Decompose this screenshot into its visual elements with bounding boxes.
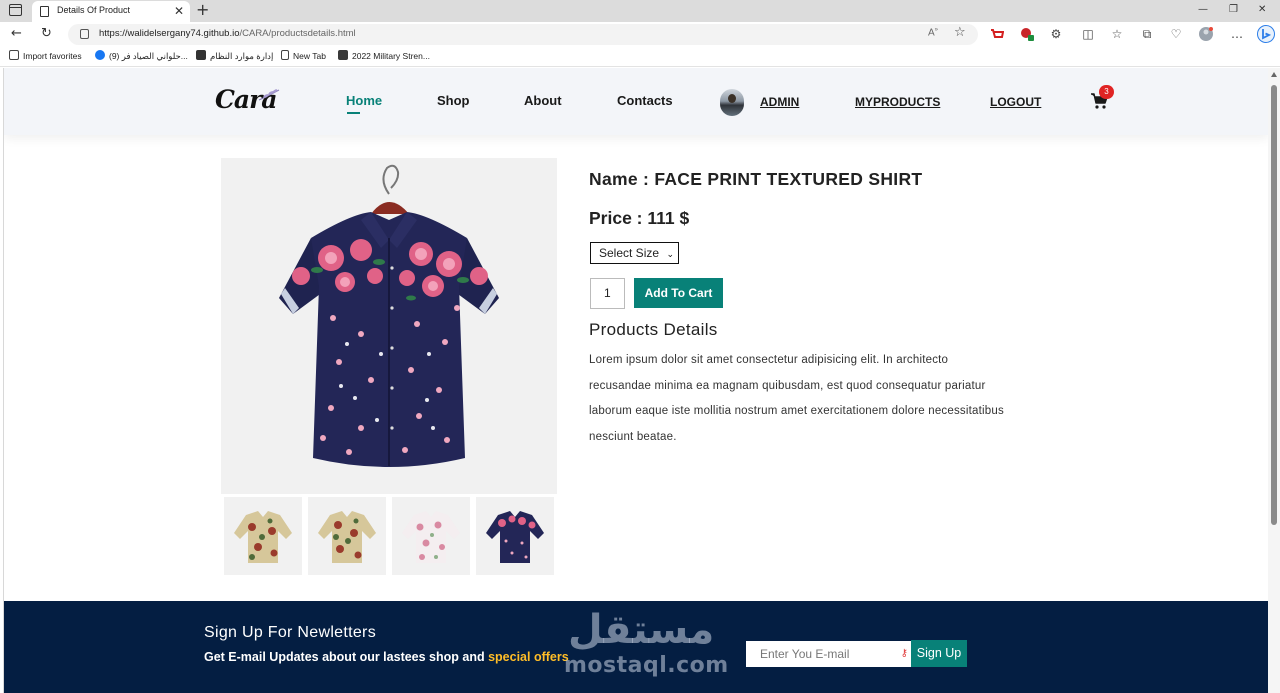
signup-button[interactable]: Sign Up: [911, 640, 967, 667]
email-field[interactable]: Enter You E-mail ⚷: [746, 641, 912, 667]
admin-avatar[interactable]: [720, 89, 744, 116]
quantity-input[interactable]: 1: [590, 278, 625, 309]
tab-title: Details Of Product: [57, 5, 131, 15]
bookmark-label: New Tab: [293, 51, 326, 61]
thumbnail-2[interactable]: [308, 497, 386, 575]
email-placeholder: Enter You E-mail: [760, 647, 850, 661]
split-screen-icon[interactable]: ◫: [1081, 27, 1095, 41]
product-main-image: [221, 158, 557, 494]
favorite-star-icon[interactable]: ☆: [954, 25, 966, 40]
chevron-down-icon: ⌄: [666, 249, 674, 259]
bookmark-new-tab[interactable]: New Tab: [281, 50, 326, 61]
nav-home[interactable]: Home: [346, 93, 382, 108]
watermark-arabic: مستقل: [568, 607, 715, 653]
bookmark-system-resources[interactable]: إدارة موارد النظام: [196, 50, 273, 62]
collections-icon[interactable]: ⧉: [1140, 27, 1154, 41]
product-price: Price : 111 $: [589, 208, 690, 228]
url-field[interactable]: https://walidelsergany74.github.io/CARA/…: [68, 24, 978, 45]
product-name: Name : FACE PRINT TEXTURED SHIRT: [589, 169, 923, 189]
newsletter-subtitle: Get E-mail Updates about our lastees sho…: [204, 650, 569, 664]
bookmark-military-strength[interactable]: 2022 Military Stren...: [338, 50, 430, 61]
close-window-button[interactable]: ✕: [1258, 2, 1266, 18]
thumbnail-3[interactable]: [392, 497, 470, 575]
thumbnail-shirt-image: [318, 511, 376, 563]
profile-avatar-icon[interactable]: [1199, 27, 1213, 41]
read-aloud-icon[interactable]: A»: [928, 27, 938, 38]
bookmark-import-favorites[interactable]: Import favorites: [9, 50, 82, 61]
cart-extension-icon[interactable]: [990, 27, 1004, 41]
newsletter-highlight: special offers: [488, 650, 569, 664]
mostaql-watermark: مستقل mostaql.com: [564, 607, 728, 687]
site-header: Cara Home Shop About Contacts ADMIN MYPR…: [4, 68, 1268, 135]
thumbnail-1[interactable]: [224, 497, 302, 575]
nav-active-indicator: [347, 112, 360, 114]
extensions-icon[interactable]: ⚙: [1049, 27, 1063, 41]
new-tab-button[interactable]: +: [196, 0, 209, 20]
browser-tabstrip: Details Of Product ✕ + — ❐ ✕: [0, 0, 1280, 22]
import-icon: [9, 50, 19, 60]
size-select-value: Select Size: [599, 246, 660, 260]
password-manager-icon[interactable]: ⚷: [901, 641, 908, 667]
more-menu-icon[interactable]: …: [1230, 27, 1244, 41]
minimize-button[interactable]: —: [1198, 2, 1208, 18]
favorites-icon[interactable]: ☆: [1110, 27, 1124, 41]
window-menu-icon[interactable]: [9, 4, 22, 16]
bookmark-facebook[interactable]: (9) حلواني الصياد فر...: [95, 50, 188, 62]
tab-close-icon[interactable]: ✕: [174, 3, 184, 19]
facebook-icon: [95, 50, 105, 60]
thumbnail-4[interactable]: [476, 497, 554, 575]
bookmark-label: Import favorites: [23, 51, 82, 61]
refresh-icon[interactable]: ↻: [41, 25, 52, 43]
site-icon: [338, 50, 348, 60]
browser-tab[interactable]: Details Of Product ✕: [32, 1, 190, 22]
logo-leaf-icon: [258, 89, 280, 101]
bookmark-label: 2022 Military Stren...: [352, 51, 430, 61]
url-text: https://walidelsergany74.github.io/CARA/…: [99, 28, 356, 39]
performance-icon[interactable]: ♡: [1169, 27, 1183, 41]
bird-icon: [196, 50, 206, 60]
bookmark-label: إدارة موارد النظام: [210, 51, 274, 61]
product-details-text: Lorem ipsum dolor sit amet consectetur a…: [589, 354, 1004, 443]
page-icon: [281, 50, 289, 60]
bookmarks-bar: Import favorites (9) حلواني الصياد فر...…: [0, 47, 1280, 67]
restore-button[interactable]: ❐: [1229, 2, 1238, 18]
avatar-head: [728, 94, 736, 103]
bookmark-label: (9) حلواني الصياد فر...: [109, 51, 188, 61]
nav-about[interactable]: About: [524, 93, 562, 108]
newsletter-subtitle-text: Get E-mail Updates about our lastees sho…: [204, 650, 489, 664]
newsletter-section: Sign Up For Newletters Get E-mail Update…: [4, 601, 1268, 693]
thumbnail-shirt-image: [234, 511, 292, 563]
newsletter-title: Sign Up For Newletters: [204, 624, 376, 641]
admin-link[interactable]: ADMIN: [760, 95, 799, 109]
lock-icon: [80, 29, 89, 39]
page-icon: [40, 6, 49, 17]
thumbnail-shirt-image: [486, 511, 544, 563]
size-select[interactable]: Select Size ⌄: [590, 242, 679, 264]
page-scrollbar[interactable]: [1268, 68, 1280, 693]
bing-copilot-icon[interactable]: [1257, 25, 1275, 43]
myproducts-link[interactable]: MYPRODUCTS: [855, 95, 940, 109]
thumbnail-shirt-image: [402, 511, 460, 563]
scroll-up-icon[interactable]: [1271, 72, 1277, 77]
logout-link[interactable]: LOGOUT: [990, 95, 1041, 109]
product-details-heading: Products Details: [589, 320, 718, 339]
url-path: /CARA/productsdetails.html: [239, 28, 356, 39]
page-viewport: Cara Home Shop About Contacts ADMIN MYPR…: [3, 68, 1268, 693]
scrollbar-thumb[interactable]: [1271, 85, 1277, 525]
nav-shop[interactable]: Shop: [437, 93, 470, 108]
watermark-latin: mostaql.com: [564, 653, 729, 678]
nav-contacts[interactable]: Contacts: [617, 93, 673, 108]
url-host: https://walidelsergany74.github.io: [99, 28, 240, 39]
shirt-image: [279, 164, 499, 467]
add-to-cart-button[interactable]: Add To Cart: [634, 278, 723, 308]
cart-count-badge: 3: [1099, 85, 1114, 99]
back-icon[interactable]: ←: [11, 25, 22, 43]
record-extension-icon[interactable]: [1020, 27, 1034, 41]
